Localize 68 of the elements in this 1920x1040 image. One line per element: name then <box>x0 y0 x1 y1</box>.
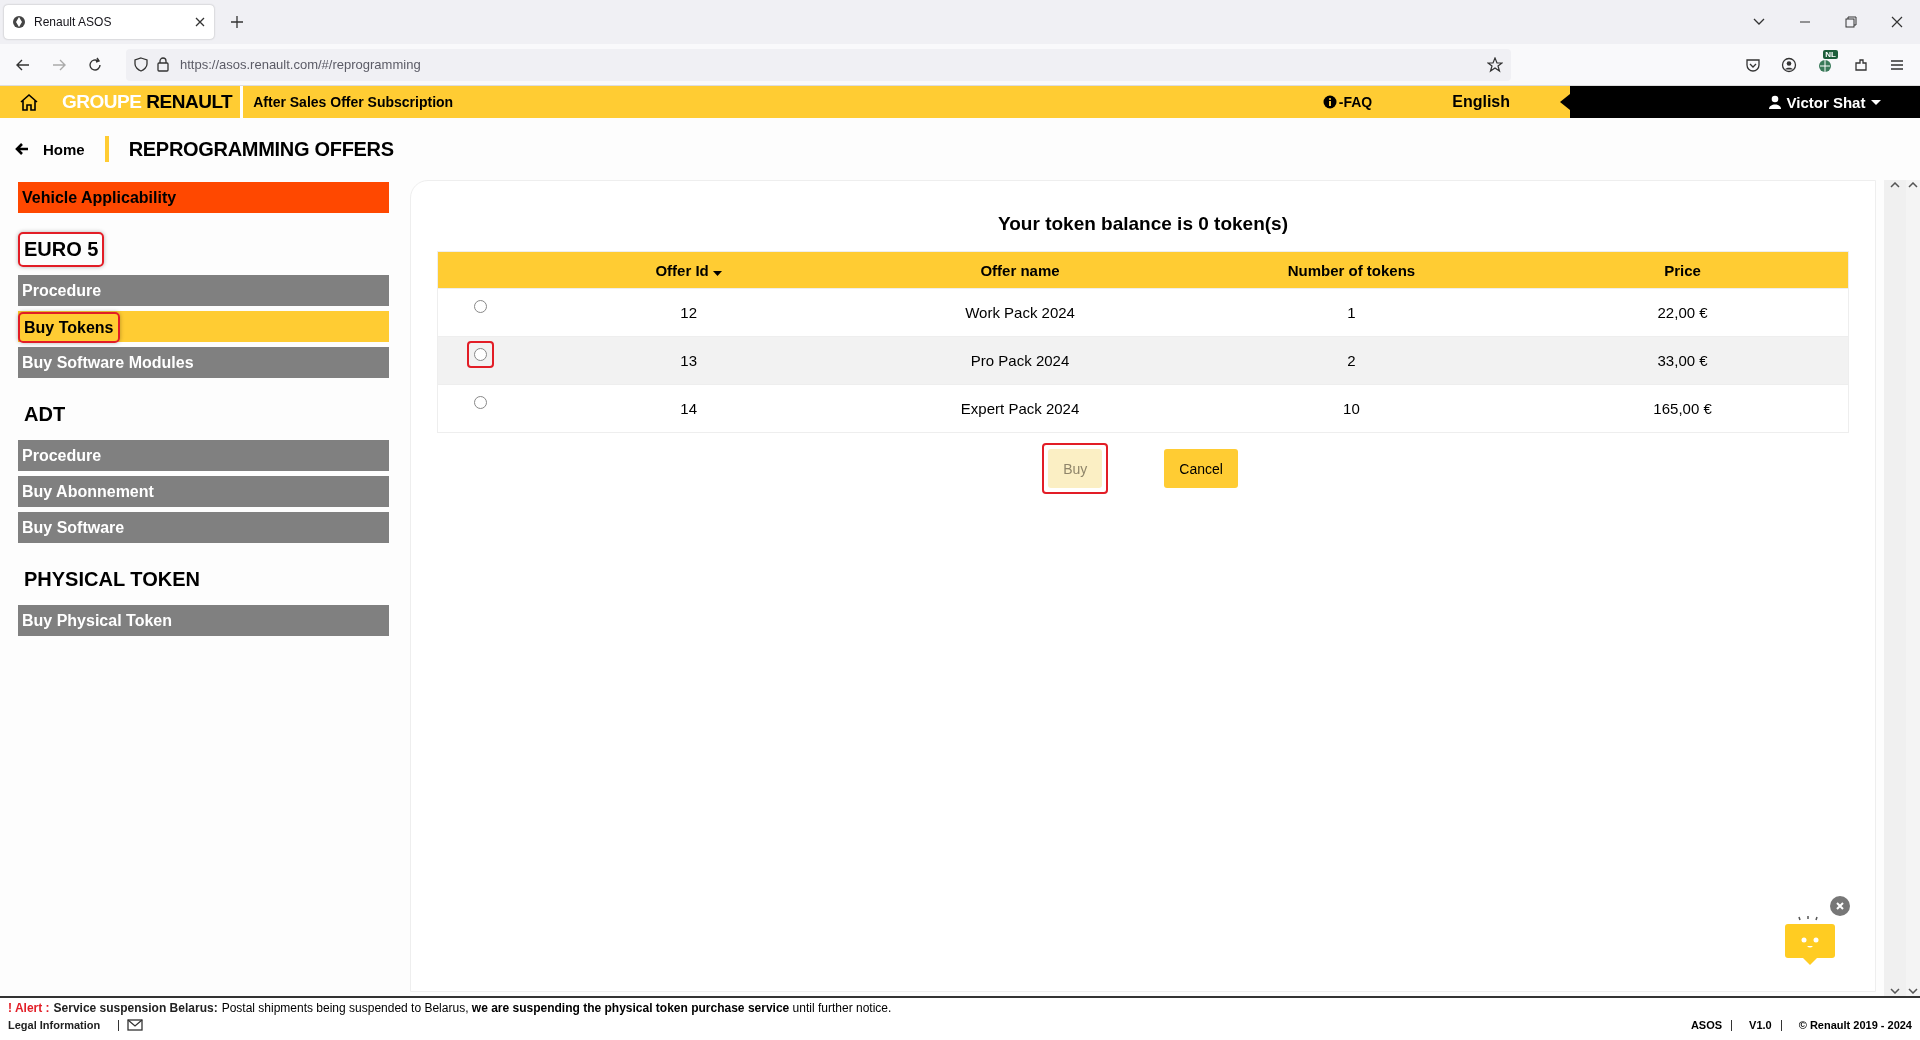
sort-caret-icon <box>712 270 722 276</box>
account-icon <box>1781 56 1797 73</box>
alert-label: ! Alert : <box>8 1001 50 1015</box>
column-header[interactable]: Number of tokens <box>1185 251 1518 289</box>
column-header[interactable]: Offer name <box>854 251 1186 289</box>
house-icon <box>19 92 39 112</box>
radio-button[interactable] <box>474 300 487 313</box>
sidebar-item[interactable]: Vehicle Applicability <box>18 182 389 213</box>
column-header[interactable]: Offer Id <box>523 251 855 289</box>
table-cell: Pro Pack 2024 <box>854 336 1186 385</box>
caret-icon <box>1871 99 1882 105</box>
faq-link[interactable]: -FAQ <box>1322 86 1373 118</box>
app-subtitle: After Sales Offer Subscription <box>253 94 454 110</box>
page-title: REPROGRAMMING OFFERS <box>128 137 394 161</box>
shield-icon <box>134 57 148 72</box>
scrollbar[interactable] <box>1906 180 1920 996</box>
sidebar-item[interactable]: Procedure <box>18 440 389 471</box>
sidebar-item[interactable]: Buy Tokens <box>18 311 389 342</box>
restore-icon <box>1844 15 1858 29</box>
person-icon <box>1768 95 1781 109</box>
sidebar-item[interactable]: Buy Abonnement <box>18 476 389 507</box>
sidebar-item[interactable]: Buy Physical Token <box>18 605 389 636</box>
browser-tab[interactable]: Renault ASOS <box>4 5 214 39</box>
padlock-icon <box>156 57 170 72</box>
table-cell: 33,00 € <box>1517 336 1849 385</box>
alert-message: Postal shipments being suspended to Belarus, we are suspending the physical token purchase service until further notice. <box>221 1001 892 1015</box>
star-icon[interactable] <box>1487 56 1503 73</box>
copyright-text: © Renault 2019 - 2024 <box>1798 1019 1912 1031</box>
legal-information-link[interactable]: Legal Information <box>8 1019 101 1031</box>
column-header[interactable]: Price <box>1517 251 1849 289</box>
globe-button[interactable]: NL <box>1810 49 1840 80</box>
envelope-icon[interactable] <box>127 1019 144 1031</box>
sidebar-item[interactable]: Procedure <box>18 275 389 306</box>
sidebar-item[interactable]: Buy Software Modules <box>18 347 389 378</box>
token-balance: Your token balance is 0 token(s) <box>997 213 1289 235</box>
scrollbar[interactable] <box>1884 180 1906 996</box>
radio-button[interactable] <box>474 348 487 361</box>
badge: NL <box>1823 49 1838 59</box>
table-cell: Expert Pack 2024 <box>854 384 1186 433</box>
section-heading: PHYSICAL TOKEN <box>23 567 201 592</box>
back-arrow-icon <box>14 142 29 156</box>
table-cell: 2 <box>1185 336 1518 385</box>
close-icon <box>1890 15 1904 29</box>
sidebar-item[interactable]: Buy Software <box>18 512 389 543</box>
highlight-frame: Buy Tokens <box>18 312 120 343</box>
pocket-icon <box>1745 56 1761 73</box>
version-label: V1.0 <box>1749 1019 1772 1031</box>
table-cell: 165,00 € <box>1517 384 1849 433</box>
diamond-logo-icon <box>12 15 26 29</box>
address-bar[interactable]: https://asos.renault.com/#/reprogramming <box>126 48 1511 81</box>
language-selector[interactable]: English <box>1452 86 1510 118</box>
home-link[interactable]: Home <box>14 136 109 162</box>
section-heading: EURO 5 <box>18 232 105 267</box>
puzzle-icon <box>1853 56 1869 73</box>
section-heading: ADT <box>23 402 67 427</box>
info-icon <box>1322 95 1337 109</box>
reload-icon <box>87 56 103 73</box>
plus-icon <box>230 14 244 29</box>
table-cell: 13 <box>523 336 855 385</box>
table-cell: 14 <box>523 384 855 433</box>
close-icon <box>1836 902 1844 910</box>
radio-button[interactable] <box>474 396 487 409</box>
table-cell: 10 <box>1185 384 1518 433</box>
alert-title: Service suspension Belarus: <box>53 1001 218 1015</box>
close-icon[interactable] <box>194 16 206 28</box>
app-name: ASOS <box>1690 1019 1723 1031</box>
action-button[interactable]: Cancel <box>1164 449 1238 488</box>
address-field[interactable]: https://asos.renault.com/#/reprogramming <box>178 56 1479 73</box>
